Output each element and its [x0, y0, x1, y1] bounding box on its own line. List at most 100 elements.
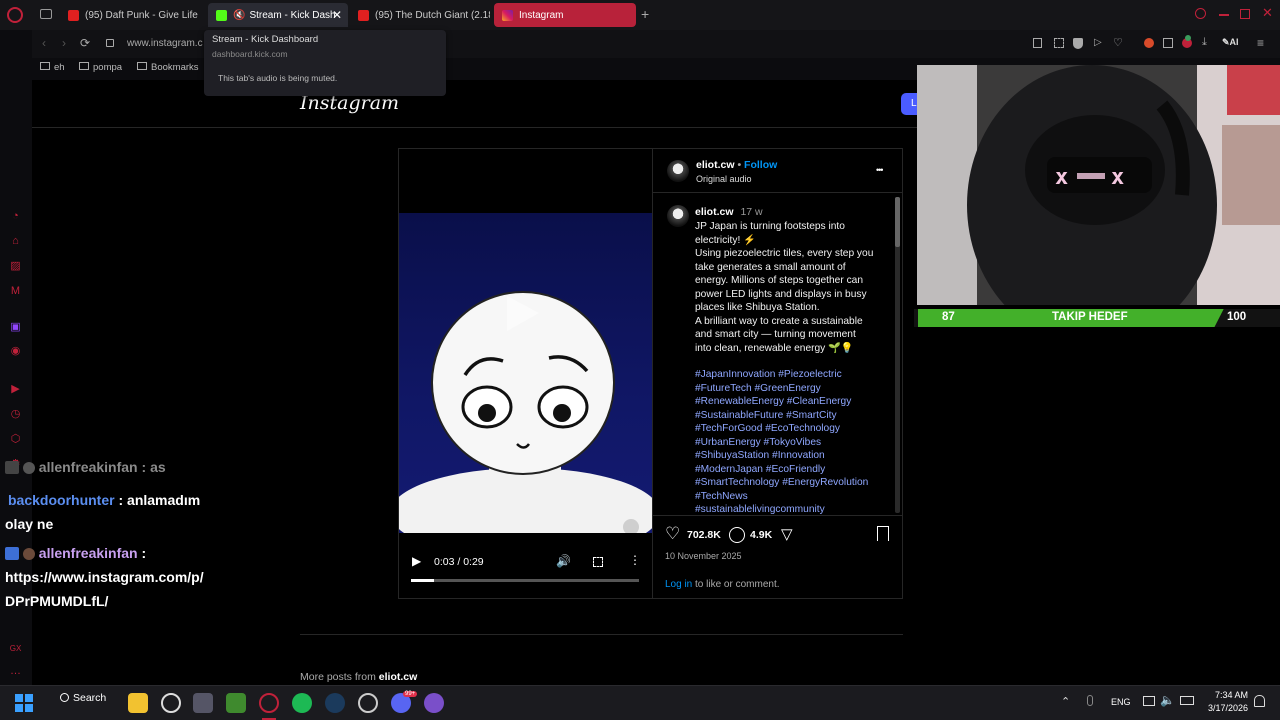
- caption-username[interactable]: eliot.cw: [695, 206, 734, 218]
- speed-dial-icon[interactable]: ◔: [9, 210, 22, 223]
- forward-button[interactable]: ›: [62, 36, 66, 50]
- tab-daft-punk[interactable]: (95) Daft Punk - Give Life: [60, 3, 200, 27]
- file-explorer-icon[interactable]: [128, 693, 148, 713]
- reload-button[interactable]: ⟳: [80, 36, 90, 50]
- taskbar-search[interactable]: Search: [52, 692, 108, 714]
- volume-tray-icon[interactable]: 🔈: [1160, 693, 1175, 707]
- puzzle-icon[interactable]: [1163, 38, 1173, 48]
- address-input[interactable]: www.instagram.c: [127, 38, 203, 49]
- follow-button[interactable]: Follow: [744, 159, 777, 171]
- pin-icon[interactable]: [1033, 38, 1042, 48]
- more-options-icon[interactable]: •••: [876, 165, 884, 175]
- new-tab-button[interactable]: +: [641, 6, 649, 22]
- play-icon[interactable]: ▷: [1094, 37, 1102, 48]
- spotify-icon[interactable]: [292, 693, 312, 713]
- bookmark-eh[interactable]: eh: [40, 62, 65, 73]
- author-avatar[interactable]: [667, 160, 689, 182]
- hashtag-line[interactable]: #SmartTechnology #EnergyRevolution: [695, 476, 891, 490]
- heart-icon[interactable]: ♡: [1113, 36, 1123, 49]
- steam-icon[interactable]: [325, 693, 345, 713]
- video-progress-track[interactable]: [411, 579, 639, 582]
- video-mute-badge-icon[interactable]: [623, 519, 639, 533]
- extension-icon[interactable]: [1144, 38, 1154, 48]
- caption-scrollbar[interactable]: [895, 197, 900, 513]
- save-icon[interactable]: [877, 526, 889, 541]
- hashtag-line[interactable]: #sustainablelivingcommunity: [695, 503, 891, 515]
- windows-start-icon[interactable]: [15, 694, 33, 712]
- caption-line: into clean, renewable energy 🌱💡: [695, 342, 854, 354]
- bookmark-bookmarks[interactable]: Bookmarks: [137, 62, 199, 73]
- hashtag-line[interactable]: #ShibuyaStation #Innovation: [695, 449, 891, 463]
- search-tabs-icon[interactable]: [1195, 8, 1206, 19]
- obs-icon[interactable]: [161, 693, 181, 713]
- battery-icon[interactable]: [1180, 696, 1194, 705]
- clock-time[interactable]: 7:34 AM: [1210, 690, 1248, 700]
- extension-3-icon[interactable]: [1185, 35, 1191, 41]
- opera-gx-icon[interactable]: [259, 693, 279, 713]
- display-icon[interactable]: [1143, 696, 1155, 706]
- share-icon[interactable]: ▽: [781, 525, 793, 543]
- snapshot-icon[interactable]: [1054, 38, 1064, 48]
- minimize-button[interactable]: [1219, 14, 1229, 16]
- clock-date[interactable]: 3/17/2026: [1200, 703, 1248, 713]
- uo-icon[interactable]: ◉: [9, 345, 22, 358]
- close-tab-icon[interactable]: ✕: [332, 8, 342, 22]
- shield-icon[interactable]: [1073, 38, 1083, 49]
- download-icon[interactable]: ⤓: [1202, 36, 1207, 49]
- author-name[interactable]: eliot.cw: [696, 159, 735, 171]
- twitch-icon[interactable]: ▣: [9, 321, 22, 334]
- muted-speaker-icon[interactable]: 🔇: [233, 10, 245, 21]
- original-audio-link[interactable]: Original audio: [696, 174, 752, 184]
- hashtag-line[interactable]: #JapanInnovation #Piezoelectric: [695, 368, 891, 382]
- chat-text: olay ne: [5, 516, 54, 532]
- login-link[interactable]: Log in: [665, 579, 692, 590]
- hashtag-line[interactable]: #SustainableFuture #SmartCity: [695, 409, 891, 423]
- close-window-button[interactable]: ✕: [1262, 5, 1273, 21]
- tab-instagram[interactable]: Instagram: [494, 3, 636, 27]
- play-button[interactable]: ▶: [412, 554, 421, 568]
- gx-icon[interactable]: GX: [9, 642, 22, 655]
- tab-dutch-giant[interactable]: (95) The Dutch Giant (2.18: [350, 3, 490, 27]
- opera-logo-icon[interactable]: [7, 7, 23, 23]
- fullscreen-icon[interactable]: [593, 557, 603, 567]
- menu-icon[interactable]: ≡: [1257, 36, 1264, 50]
- video-options-icon[interactable]: ⋮: [629, 553, 641, 567]
- hashtag-line[interactable]: #UrbanEnergy #TokyoVibes: [695, 436, 891, 450]
- like-icon[interactable]: ♡: [665, 524, 680, 544]
- notifications-icon[interactable]: [1254, 695, 1265, 707]
- chrome-icon[interactable]: [358, 693, 378, 713]
- mic-icon[interactable]: [1087, 695, 1093, 706]
- ai-prompt-icon[interactable]: ⌂: [9, 235, 22, 248]
- messenger-icon[interactable]: ▨: [9, 260, 22, 273]
- language-indicator[interactable]: ENG: [1111, 697, 1131, 707]
- history-icon[interactable]: ◷: [9, 408, 22, 421]
- chevron-up-icon[interactable]: ⌃: [1061, 695, 1070, 708]
- hashtag-line[interactable]: #TechForGood #EcoTechnology: [695, 422, 891, 436]
- ai-icon[interactable]: ✎AI: [1222, 37, 1239, 48]
- back-button[interactable]: ‹: [42, 36, 46, 50]
- hashtag-line[interactable]: #TechNews: [695, 490, 891, 504]
- caption-avatar[interactable]: [667, 205, 689, 227]
- player-icon[interactable]: ▶: [9, 383, 22, 396]
- minecraft-icon[interactable]: [226, 693, 246, 713]
- app-icon[interactable]: [424, 693, 444, 713]
- m-icon[interactable]: M: [9, 285, 22, 298]
- caption-line: A brilliant way to create a sustainable: [695, 315, 863, 327]
- more-posts-user[interactable]: eliot.cw: [379, 671, 418, 683]
- hashtag-line[interactable]: #ModernJapan #EcoFriendly: [695, 463, 891, 477]
- video-player[interactable]: ▶ 0:03 / 0:29 🔊 ⋮: [399, 149, 652, 598]
- login-button[interactable]: L: [901, 93, 917, 115]
- app-settings-icon[interactable]: [193, 693, 213, 713]
- workspaces-icon[interactable]: [40, 9, 52, 19]
- hashtag-line[interactable]: #FutureTech #GreenEnergy: [695, 382, 891, 396]
- chat-text: DPrPMUMDLfL/: [5, 593, 109, 609]
- maximize-button[interactable]: [1240, 9, 1250, 19]
- tab-kick-dashboard[interactable]: 🔇 Stream - Kick Dash ✕: [208, 3, 348, 27]
- more-icon[interactable]: …: [9, 665, 22, 678]
- hashtag-line[interactable]: #RenewableEnergy #CleanEnergy: [695, 395, 891, 409]
- lock-icon[interactable]: [106, 39, 114, 47]
- volume-icon[interactable]: 🔊: [556, 554, 571, 568]
- comment-icon[interactable]: [729, 527, 745, 543]
- bookmark-pompa[interactable]: pompa: [79, 62, 122, 73]
- pinboard-icon[interactable]: ⬡: [9, 433, 22, 446]
